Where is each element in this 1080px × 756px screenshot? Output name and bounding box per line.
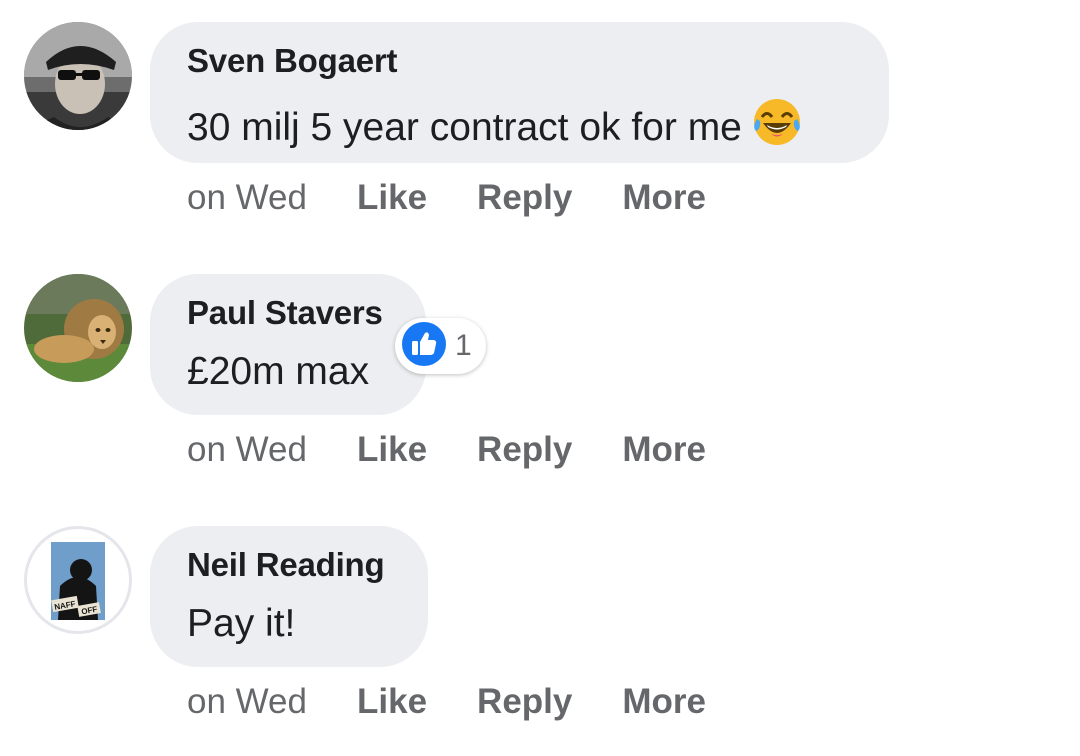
reply-button[interactable]: Reply bbox=[477, 178, 572, 218]
comment-text: 30 milj 5 year contract ok for me bbox=[187, 97, 851, 158]
comment-actions: on Wed Like Reply More bbox=[187, 678, 706, 726]
like-button[interactable]: Like bbox=[357, 178, 427, 218]
comment-timestamp[interactable]: on Wed bbox=[187, 430, 307, 470]
more-button[interactable]: More bbox=[622, 178, 706, 218]
comment-author[interactable]: Paul Stavers bbox=[187, 294, 388, 332]
comment-bubble: Neil Reading Pay it! bbox=[150, 526, 428, 667]
more-button[interactable]: More bbox=[622, 430, 706, 470]
comment-bubble: Sven Bogaert 30 milj 5 year contract ok … bbox=[150, 22, 889, 163]
like-button[interactable]: Like bbox=[357, 430, 427, 470]
comment-timestamp[interactable]: on Wed bbox=[187, 682, 307, 722]
like-button[interactable]: Like bbox=[357, 682, 427, 722]
comment-text: Pay it! bbox=[187, 602, 296, 645]
reaction-badge[interactable]: 1 bbox=[395, 318, 486, 374]
comment-actions: on Wed Like Reply More bbox=[187, 426, 706, 474]
more-button[interactable]: More bbox=[622, 682, 706, 722]
avatar[interactable] bbox=[24, 22, 132, 130]
reply-button[interactable]: Reply bbox=[477, 430, 572, 470]
comment-item: Sven Bogaert 30 milj 5 year contract ok … bbox=[0, 0, 1080, 252]
avatar[interactable]: NAFF OFF bbox=[24, 526, 132, 634]
comment-bubble: Paul Stavers £20m max bbox=[150, 274, 426, 415]
comment-item: NAFF OFF Neil Reading Pay it! on Wed Lik… bbox=[0, 504, 1080, 756]
comment-author[interactable]: Neil Reading bbox=[187, 546, 390, 584]
comment-text-content: 30 milj 5 year contract ok for me bbox=[187, 106, 742, 149]
comment-timestamp[interactable]: on Wed bbox=[187, 178, 307, 218]
avatar[interactable] bbox=[24, 274, 132, 382]
reaction-count: 1 bbox=[455, 329, 472, 362]
like-thumbs-up-icon bbox=[401, 321, 447, 372]
reply-button[interactable]: Reply bbox=[477, 682, 572, 722]
comment-author[interactable]: Sven Bogaert bbox=[187, 42, 851, 80]
comment-item: Paul Stavers £20m max on Wed Like Reply … bbox=[0, 252, 1080, 504]
comment-text: £20m max bbox=[187, 350, 370, 393]
laughing-crying-emoji-icon bbox=[752, 97, 802, 158]
comment-actions: on Wed Like Reply More bbox=[187, 174, 706, 222]
